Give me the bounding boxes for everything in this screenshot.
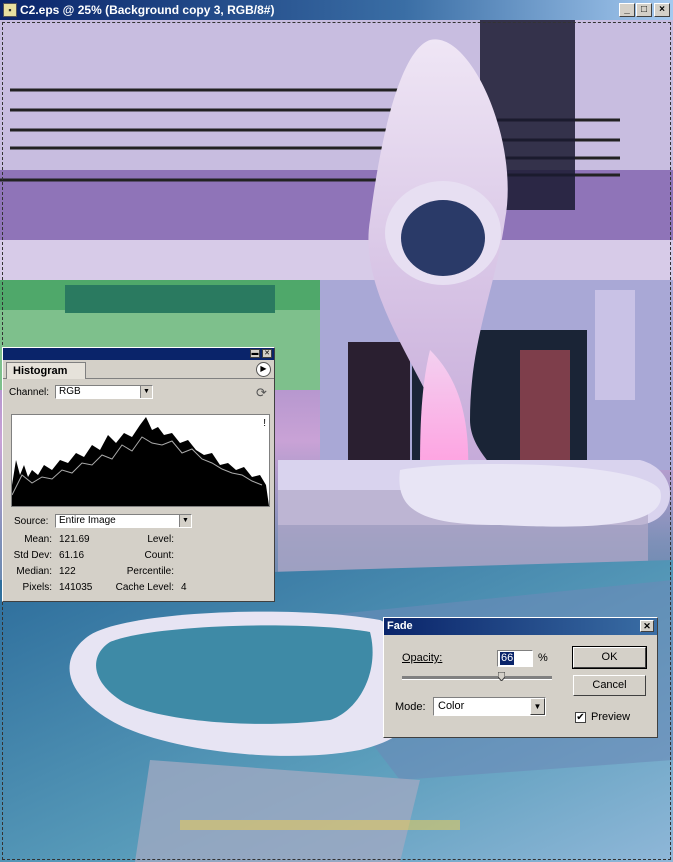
- cancel-button[interactable]: Cancel: [573, 675, 646, 696]
- stat-value: 141035: [59, 582, 93, 593]
- chevron-down-icon: ▼: [140, 386, 152, 398]
- fade-title: Fade: [387, 620, 413, 632]
- stat-value: 122: [59, 566, 76, 577]
- stat-value: 4: [181, 582, 187, 593]
- mode-value: Color: [438, 700, 465, 712]
- stat-label: Percentile:: [126, 566, 174, 577]
- close-icon[interactable]: ✕: [640, 620, 654, 632]
- histogram-panel: ▬ ✕ Histogram ▶ Channel: RGB ▼ ⟳ ! Sourc…: [2, 347, 275, 602]
- document-titlebar[interactable]: ▪ C2.eps @ 25% (Background copy 3, RGB/8…: [0, 0, 673, 20]
- maximize-button[interactable]: □: [636, 3, 652, 17]
- eps-file-icon: ▪: [3, 3, 17, 17]
- document-title: C2.eps @ 25% (Background copy 3, RGB/8#): [20, 3, 275, 17]
- panel-minimize-button[interactable]: ▬: [250, 349, 260, 358]
- panel-menu-arrow-icon[interactable]: ▶: [256, 362, 271, 377]
- chevron-down-icon: ▼: [530, 698, 545, 715]
- preview-label: Preview: [591, 711, 631, 723]
- preview-checkbox[interactable]: ✔: [575, 712, 586, 723]
- stat-label: Pixels:: [22, 582, 52, 593]
- fade-titlebar[interactable]: Fade ✕: [384, 618, 657, 635]
- stat-label: Mean:: [24, 534, 52, 545]
- ok-button[interactable]: OK: [572, 646, 647, 669]
- stat-label: Count:: [144, 550, 174, 561]
- opacity-input[interactable]: 66: [497, 650, 533, 667]
- histogram-plot: [11, 417, 269, 506]
- mode-label: Mode:: [395, 701, 426, 713]
- channel-select[interactable]: RGB ▼: [55, 385, 153, 399]
- fade-dialog: Fade ✕ Opacity: 66 % Mode: Color ▼ OK Ca…: [383, 617, 658, 738]
- stat-label: Level:: [147, 534, 174, 545]
- opacity-label: Opacity:: [402, 652, 443, 664]
- channel-label: Channel:: [9, 387, 50, 398]
- warning-icon: !: [263, 418, 266, 429]
- source-label: Source:: [14, 516, 49, 527]
- opacity-slider[interactable]: [402, 676, 552, 680]
- stat-label: Median:: [16, 566, 52, 577]
- refresh-icon[interactable]: ⟳: [256, 385, 267, 401]
- stat-value: 121.69: [59, 534, 90, 545]
- panel-close-button[interactable]: ✕: [262, 349, 272, 358]
- histogram-tabbar: Histogram ▶: [3, 360, 274, 379]
- close-button[interactable]: ×: [654, 3, 670, 17]
- histogram-panel-titlebar[interactable]: ▬ ✕: [3, 348, 274, 360]
- mode-select[interactable]: Color ▼: [433, 697, 546, 716]
- source-select[interactable]: Entire Image ▼: [55, 514, 192, 528]
- source-value: Entire Image: [59, 515, 116, 526]
- percent-sign: %: [538, 652, 548, 664]
- opacity-value: 66: [500, 652, 515, 665]
- slider-thumb[interactable]: [497, 672, 505, 681]
- channel-value: RGB: [59, 386, 81, 397]
- minimize-button[interactable]: _: [619, 3, 635, 17]
- stat-label: Std Dev:: [13, 550, 52, 561]
- histogram-graph: !: [11, 414, 270, 507]
- tab-histogram[interactable]: Histogram: [6, 362, 87, 379]
- stat-value: 61.16: [59, 550, 85, 561]
- stat-label: Cache Level:: [115, 582, 174, 593]
- chevron-down-icon: ▼: [179, 515, 191, 527]
